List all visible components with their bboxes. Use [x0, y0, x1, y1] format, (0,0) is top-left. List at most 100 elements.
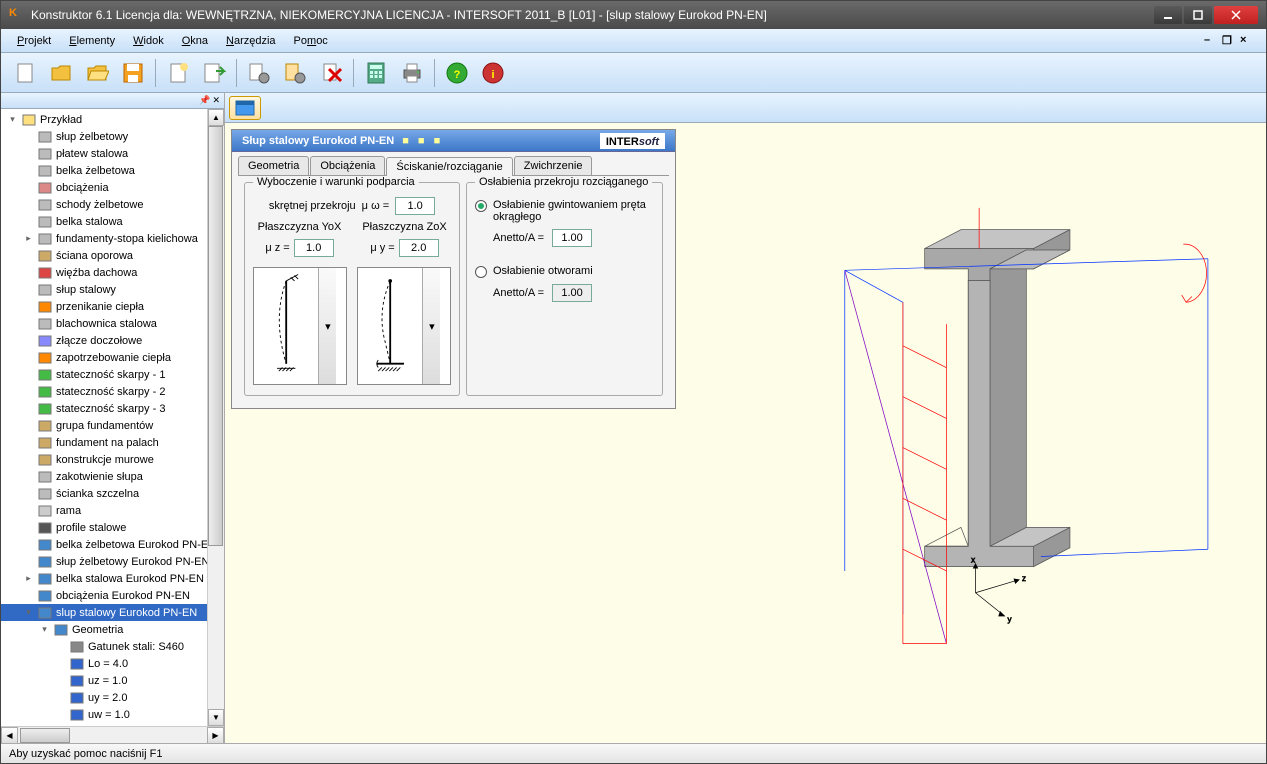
tool-new[interactable] — [9, 57, 41, 89]
radio-gwintowanie[interactable] — [475, 200, 487, 212]
input-mu-z[interactable] — [294, 239, 334, 257]
drawing-viewport[interactable]: x z y — [685, 123, 1266, 743]
tree-expander-icon[interactable]: ▸ — [23, 233, 34, 244]
input-mu-y[interactable] — [399, 239, 439, 257]
scroll-left-icon[interactable]: ◀ — [1, 727, 18, 744]
tool-open2[interactable] — [81, 57, 113, 89]
tree-item[interactable]: stateczność skarpy - 2 — [1, 383, 224, 400]
scroll-thumb-v[interactable] — [208, 126, 223, 546]
tree-item[interactable]: złącze doczołowe — [1, 332, 224, 349]
tool-print[interactable] — [396, 57, 428, 89]
tree-item[interactable]: schody żelbetowe — [1, 196, 224, 213]
tree-expander-icon[interactable]: ▸ — [23, 573, 34, 584]
tree-expander-icon[interactable]: ▾ — [23, 607, 34, 618]
tree-item[interactable]: ściana oporowa — [1, 247, 224, 264]
tab-geometria[interactable]: Geometria — [238, 156, 309, 175]
sidebar-close-icon[interactable]: ✕ — [212, 95, 220, 106]
tree-expander-icon[interactable]: ▾ — [39, 624, 50, 635]
close-button[interactable] — [1214, 6, 1258, 24]
tree-item[interactable]: konstrukcje murowe — [1, 451, 224, 468]
tree-item[interactable]: uy = 2.0 — [1, 689, 224, 706]
input-anetto1[interactable] — [552, 229, 592, 247]
maximize-button[interactable] — [1184, 6, 1212, 24]
diagram-zox-dropdown[interactable]: ▾ — [422, 268, 440, 384]
brand-label: INTERsoft — [600, 133, 665, 149]
tool-export[interactable] — [198, 57, 230, 89]
tree-item[interactable]: zapotrzebowanie ciepła — [1, 349, 224, 366]
radio-otwory[interactable] — [475, 266, 487, 278]
tree-item[interactable]: ▸belka stalowa Eurokod PN-EN — [1, 570, 224, 587]
tree-item[interactable]: ▸fundamenty-stopa kielichowa — [1, 230, 224, 247]
scroll-thumb-h[interactable] — [20, 728, 70, 743]
tab-sciskanie[interactable]: Ściskanie/rozciąganie — [386, 157, 512, 176]
content-area: 📌 ✕ ▾Przykładsłup żelbetowypłatew stalow… — [1, 93, 1266, 743]
svg-text:z: z — [1022, 574, 1026, 583]
view-button[interactable] — [229, 96, 261, 120]
tree-item[interactable]: uw = 1.0 — [1, 706, 224, 723]
scroll-right-icon[interactable]: ▶ — [207, 727, 224, 744]
tree-item[interactable]: ▾Geometria — [1, 621, 224, 638]
tree-item[interactable]: blachownica stalowa — [1, 315, 224, 332]
tab-obciazenia[interactable]: Obciążenia — [310, 156, 385, 175]
tree-item[interactable]: ścianka szczelna — [1, 485, 224, 502]
tree-node-icon — [37, 436, 53, 450]
tab-zwichrzenie[interactable]: Zwichrzenie — [514, 156, 593, 175]
project-tree[interactable]: ▾Przykładsłup żelbetowypłatew stalowabel… — [1, 109, 224, 726]
tree-item[interactable]: płatew stalowa — [1, 145, 224, 162]
sidebar: 📌 ✕ ▾Przykładsłup żelbetowypłatew stalow… — [1, 93, 225, 743]
tree-label: obciążenia Eurokod PN-EN — [56, 590, 190, 602]
tree-vscrollbar[interactable]: ▲ ▼ — [207, 109, 224, 726]
tree-hscrollbar[interactable]: ◀ ▶ — [1, 726, 224, 743]
tree-item[interactable]: belka żelbetowa — [1, 162, 224, 179]
tree-item[interactable]: więźba dachowa — [1, 264, 224, 281]
menu-narzedzia[interactable]: Narzędzia — [218, 32, 284, 50]
tool-gear2[interactable] — [279, 57, 311, 89]
tree-item[interactable]: stateczność skarpy - 3 — [1, 400, 224, 417]
minimize-button[interactable] — [1154, 6, 1182, 24]
tree-item[interactable]: Lo = 4.0 — [1, 655, 224, 672]
menu-okna[interactable]: Okna — [174, 32, 216, 50]
tool-info[interactable]: i — [477, 57, 509, 89]
mdi-minimize[interactable]: – — [1204, 34, 1218, 48]
tree-item[interactable]: obciążenia — [1, 179, 224, 196]
toolbar: ? i — [1, 53, 1266, 93]
tree-item[interactable]: fundament na palach — [1, 434, 224, 451]
tree-item[interactable]: grupa fundamentów — [1, 417, 224, 434]
tool-newdoc[interactable] — [162, 57, 194, 89]
menu-widok[interactable]: Widok — [125, 32, 172, 50]
tool-delete[interactable] — [315, 57, 347, 89]
menu-pomoc[interactable]: Pomoc — [286, 32, 336, 50]
scroll-down-icon[interactable]: ▼ — [208, 709, 224, 726]
mdi-close[interactable]: × — [1240, 34, 1254, 48]
sidebar-pin-icon[interactable]: 📌 — [199, 95, 210, 106]
tree-item[interactable]: obciążenia Eurokod PN-EN — [1, 587, 224, 604]
tool-calculator[interactable] — [360, 57, 392, 89]
tree-item[interactable]: ▾Przykład — [1, 111, 224, 128]
tree-item[interactable]: uz = 1.0 — [1, 672, 224, 689]
tool-help[interactable]: ? — [441, 57, 473, 89]
tool-save[interactable] — [117, 57, 149, 89]
tree-item[interactable]: Gatunek stali: S460 — [1, 638, 224, 655]
menu-projekt[interactable]: Projekt — [9, 32, 59, 50]
scroll-up-icon[interactable]: ▲ — [208, 109, 224, 126]
tree-item[interactable]: belka żelbetowa Eurokod PN-E — [1, 536, 224, 553]
tree-item[interactable]: profile stalowe — [1, 519, 224, 536]
tree-expander-icon — [23, 420, 34, 431]
tree-item[interactable]: rama — [1, 502, 224, 519]
tree-item[interactable]: słup stalowy — [1, 281, 224, 298]
tree-item[interactable]: belka stalowa — [1, 213, 224, 230]
tree-item[interactable]: ▾slup stalowy Eurokod PN-EN — [1, 604, 224, 621]
tree-item[interactable]: zakotwienie słupa — [1, 468, 224, 485]
mdi-restore[interactable]: ❐ — [1222, 34, 1236, 48]
tool-gear1[interactable] — [243, 57, 275, 89]
tree-expander-icon — [23, 522, 34, 533]
tree-expander-icon[interactable]: ▾ — [7, 114, 18, 125]
tree-item[interactable]: przenikanie ciepła — [1, 298, 224, 315]
tool-open[interactable] — [45, 57, 77, 89]
menu-elementy[interactable]: Elementy — [61, 32, 123, 50]
input-mu-w[interactable] — [395, 197, 435, 215]
tree-item[interactable]: słup żelbetowy — [1, 128, 224, 145]
tree-item[interactable]: stateczność skarpy - 1 — [1, 366, 224, 383]
tree-item[interactable]: słup żelbetowy Eurokod PN-EN — [1, 553, 224, 570]
diagram-yox-dropdown[interactable]: ▾ — [318, 268, 336, 384]
